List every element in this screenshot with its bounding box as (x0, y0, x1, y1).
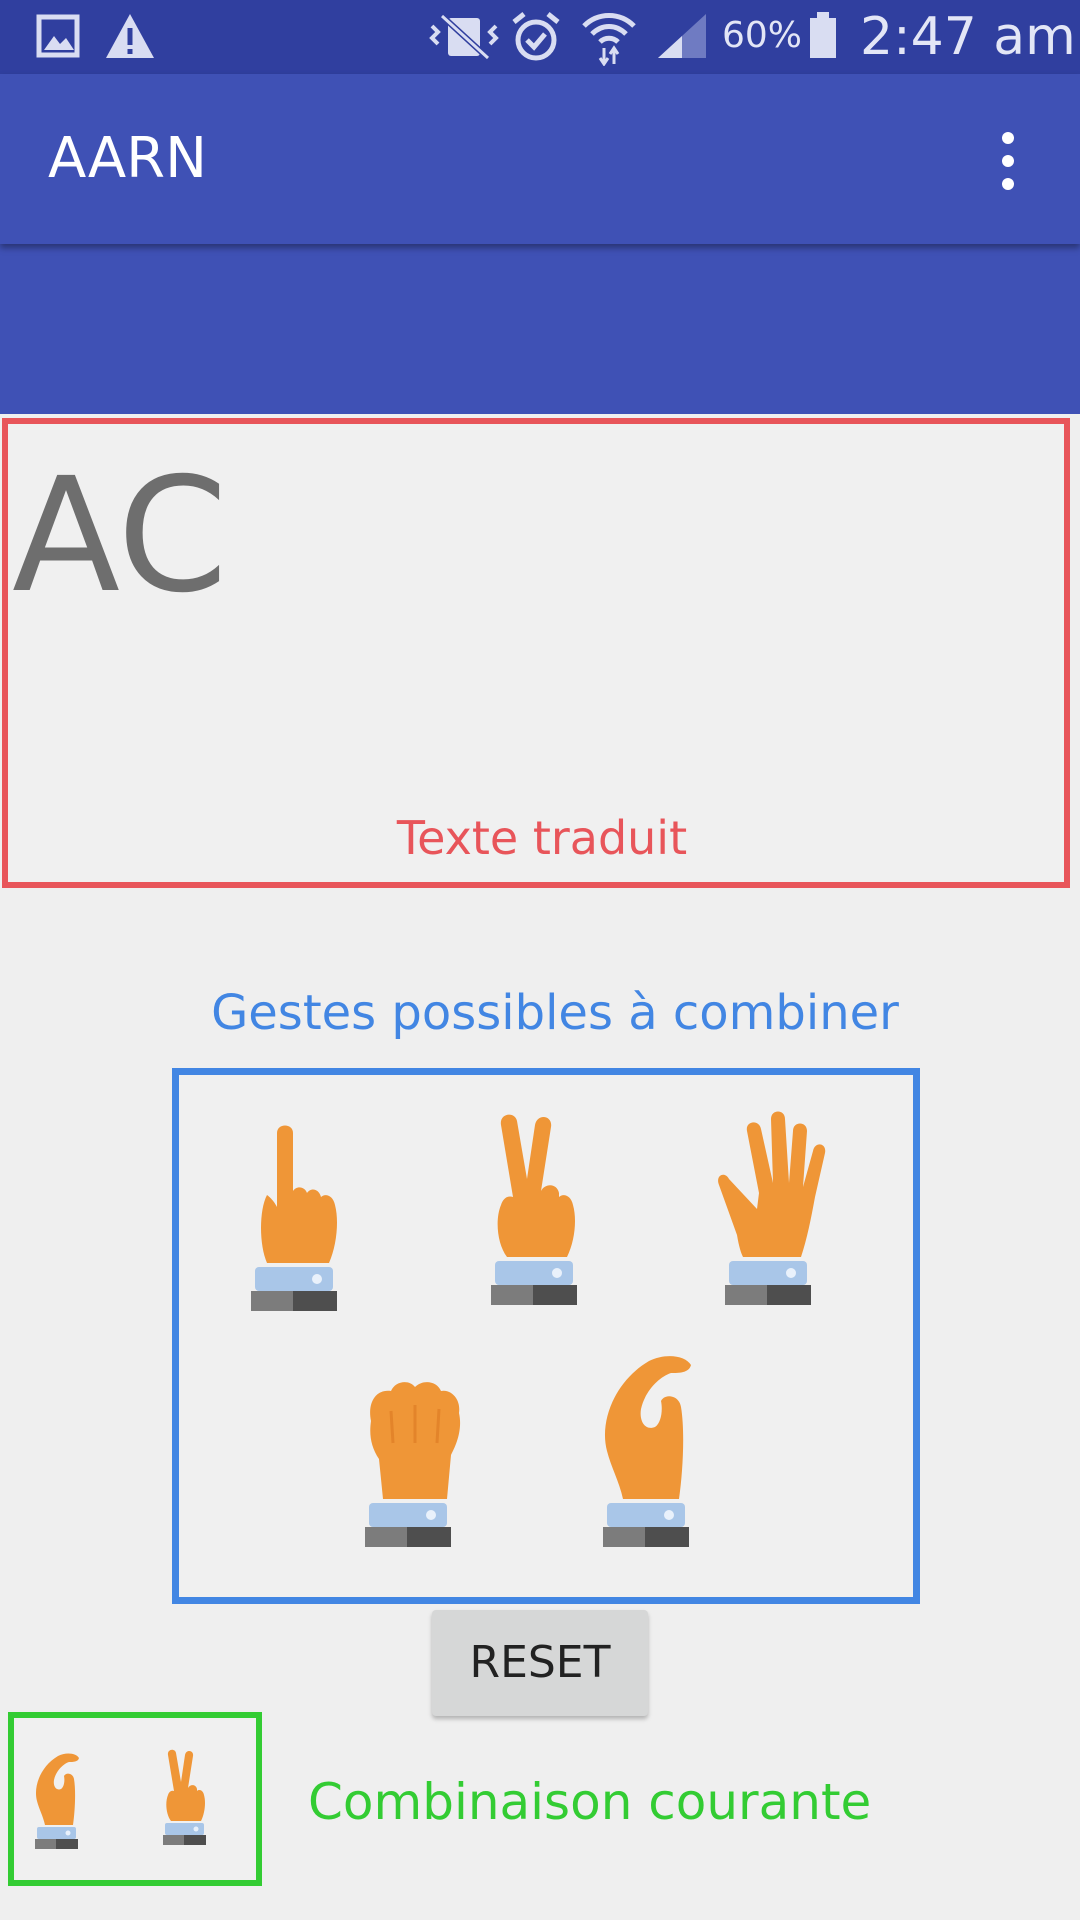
status-clock: 2:47 am (860, 7, 1076, 67)
battery-icon (808, 10, 838, 64)
warning-icon (104, 12, 156, 64)
gestures-label: Gestes possibles à combiner (211, 985, 899, 1041)
app-bar-extension (0, 244, 1080, 414)
translated-text-label: Texte traduit (396, 811, 688, 865)
alarm-icon (510, 10, 562, 68)
open-hand-gesture[interactable] (711, 1109, 831, 1309)
index-finger-gesture[interactable] (237, 1115, 347, 1315)
translated-text-box: AC Texte traduit (2, 418, 1070, 888)
reset-button[interactable]: RESET (432, 1610, 648, 1716)
app-bar: AARN (0, 74, 1080, 244)
gestures-panel (172, 1068, 920, 1604)
fist-gesture[interactable] (351, 1351, 467, 1551)
combination-item-c-hand (28, 1746, 83, 1856)
vibrate-icon (428, 12, 500, 66)
combination-item-two-fingers (156, 1742, 211, 1852)
battery-percentage: 60% (722, 15, 803, 56)
c-hand-gesture[interactable] (589, 1351, 699, 1551)
status-bar: 60% 2:47 am (0, 0, 1080, 74)
wifi-icon (580, 8, 638, 70)
signal-icon (656, 12, 708, 64)
two-fingers-gesture[interactable] (477, 1109, 587, 1309)
translated-text-value: AC (12, 444, 228, 628)
gallery-icon (36, 14, 80, 62)
current-combination-label: Combinaison courante (308, 1773, 872, 1831)
current-combination-panel (8, 1712, 262, 1886)
app-title: AARN (48, 126, 207, 191)
more-vert-icon[interactable] (980, 126, 1036, 196)
